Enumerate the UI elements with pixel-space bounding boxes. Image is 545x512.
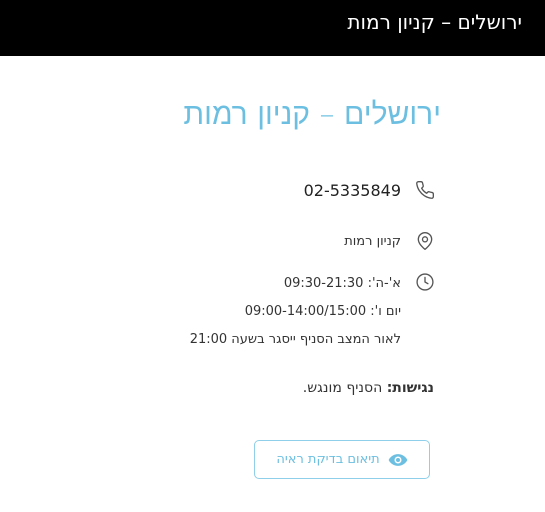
hours-line-notice: לאור המצב הסניף ייסגר בשעה 21:00 <box>189 332 401 347</box>
accessibility-info: נגישות: הסניף מונגש. <box>303 380 434 396</box>
hours-line-weekdays: א'-ה': 09:30-21:30 <box>283 276 401 291</box>
top-bar: ירושלים – קניון רמות <box>0 0 545 56</box>
hours-row: א'-ה': 09:30-21:30 יום ו': 09:00-14:00/1… <box>190 272 435 354</box>
hours-line-friday: יום ו': 09:00-14:00/15:00 <box>244 304 401 319</box>
map-pin-icon <box>415 231 435 251</box>
location-row: קניון רמות <box>344 231 435 251</box>
schedule-button-label: תיאום בדיקת ראיה <box>276 452 380 467</box>
accessibility-text: הסניף מונגש. <box>302 380 387 396</box>
phone-link[interactable]: 02-5335849 <box>304 181 401 200</box>
opening-hours: א'-ה': 09:30-21:30 יום ו': 09:00-14:00/1… <box>190 270 401 354</box>
phone-icon <box>415 180 435 200</box>
location-text: קניון רמות <box>344 233 401 249</box>
clock-icon <box>415 272 435 292</box>
page-title: ירושלים – קניון רמות <box>183 97 441 132</box>
phone-row: 02-5335849 <box>304 180 435 200</box>
schedule-eye-exam-button[interactable]: תיאום בדיקת ראיה <box>254 440 430 479</box>
header-title: ירושלים – קניון רמות <box>347 10 522 34</box>
accessibility-label: נגישות: <box>386 380 434 396</box>
eye-icon <box>388 453 408 467</box>
